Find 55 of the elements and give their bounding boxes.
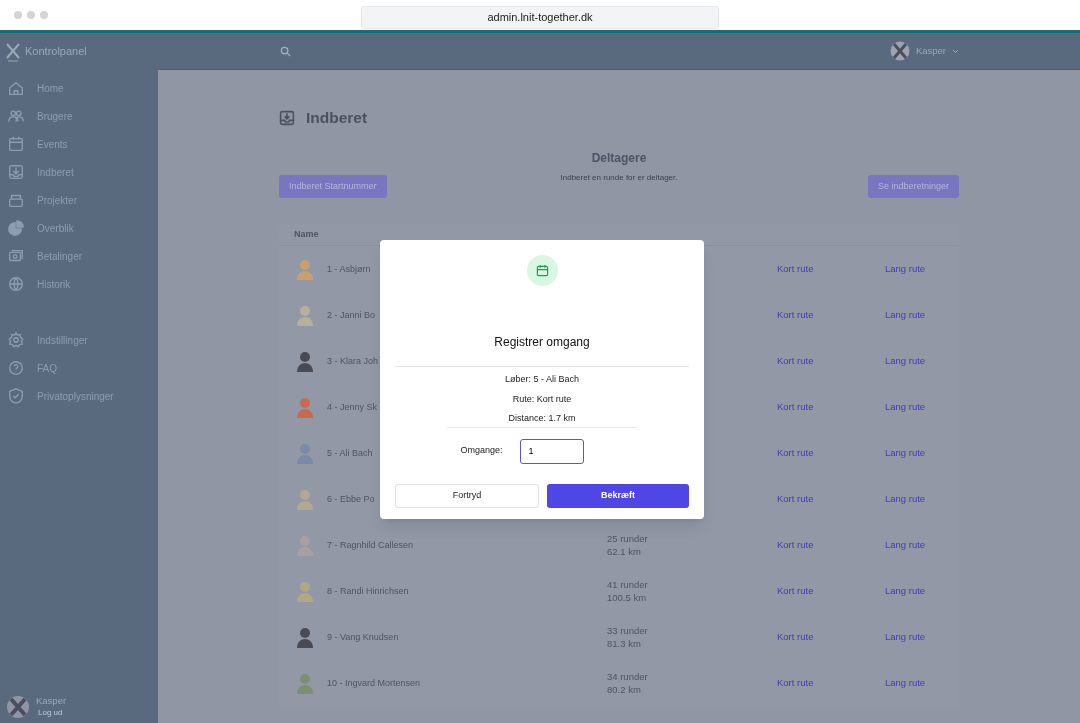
long-route-link[interactable]: Lang rute (885, 492, 926, 507)
short-route-link[interactable]: Kort rute (777, 539, 814, 551)
long-route-link[interactable]: Lang rute (885, 262, 926, 277)
long-route-link[interactable]: Lang rute (885, 630, 926, 645)
section-title: Deltagere (590, 150, 648, 168)
short-route-link[interactable]: Kort rute (777, 263, 814, 275)
user-menu[interactable]: Kasper (889, 41, 959, 61)
short-route-link[interactable]: Kort rute (777, 309, 814, 321)
participant-name: 1 - Asbjørn (327, 263, 371, 274)
logout-link[interactable]: Log ud (38, 707, 67, 719)
page-title: Indberet (306, 108, 368, 128)
short-route-link[interactable]: Kort rute (777, 401, 814, 413)
user-name: Kasper (36, 695, 67, 707)
dialog-title: Registrer omgang (494, 334, 590, 351)
long-route-link[interactable]: Lang rute (885, 400, 926, 415)
dialog-detail: Rute: Kort rute (512, 392, 572, 406)
participant-name: 7 - Ragnhild Callesen (327, 539, 414, 550)
laps-number-field[interactable]: 1 (519, 438, 584, 464)
long-route-link[interactable]: Lang rute (885, 538, 926, 553)
long-route-link[interactable]: Lang rute (885, 676, 926, 691)
laps-count: 34 runder (607, 670, 649, 684)
distance-value: 62.1 km (607, 545, 642, 559)
section-subtitle: Indberet en runde for er deltager. (559, 172, 679, 185)
participant-name: 6 - Ebbe Po (327, 493, 375, 504)
participant-name: 10 - Ingvard Mortensen (327, 677, 421, 688)
long-route-link[interactable]: Lang rute (885, 308, 926, 323)
long-route-link[interactable]: Lang rute (885, 584, 926, 599)
distance-value: 100.5 km (607, 591, 648, 605)
dialog-detail: Løber: 5 - Ali Bach (504, 373, 579, 386)
short-route-link[interactable]: Kort rute (777, 585, 814, 597)
brand-name: Kontrolpanel (25, 44, 87, 60)
distance-value: 81.3 km (607, 637, 642, 651)
laps-count: 25 runder (607, 532, 649, 546)
participant-name: 2 - Janni Bo (327, 309, 376, 320)
report-start-number-button[interactable]: Indberet Startnummer (279, 175, 387, 199)
participant-name: 4 - Jenny Sk (327, 401, 378, 412)
laps-count: 41 runder (607, 578, 649, 592)
short-route-link[interactable]: Kort rute (777, 447, 814, 459)
cancel-button[interactable]: Fortryd (395, 483, 539, 508)
address-bar[interactable]: admin.lnit-together.dk (361, 6, 719, 29)
participant-name: 9 - Vang Knudsen (327, 631, 399, 642)
dialog-detail: Distance: 1.7 km (508, 412, 576, 425)
short-route-link[interactable]: Kort rute (777, 677, 814, 689)
column-header: Name (294, 228, 319, 241)
long-route-link[interactable]: Lang rute (885, 446, 926, 461)
confirm-button[interactable]: Bekræft (547, 483, 689, 508)
short-route-link[interactable]: Kort rute (777, 493, 814, 505)
distance-value: 80.2 km (607, 683, 642, 697)
participant-name: 8 - Randi Hinrichsen (327, 585, 409, 596)
participant-name: 3 - Klara Joh (327, 355, 379, 366)
laps-count: 33 runder (607, 624, 649, 638)
short-route-link[interactable]: Kort rute (777, 355, 814, 367)
short-route-link[interactable]: Kort rute (777, 631, 814, 643)
long-route-link[interactable]: Lang rute (885, 354, 926, 369)
field-label: Omgange: (460, 444, 503, 458)
